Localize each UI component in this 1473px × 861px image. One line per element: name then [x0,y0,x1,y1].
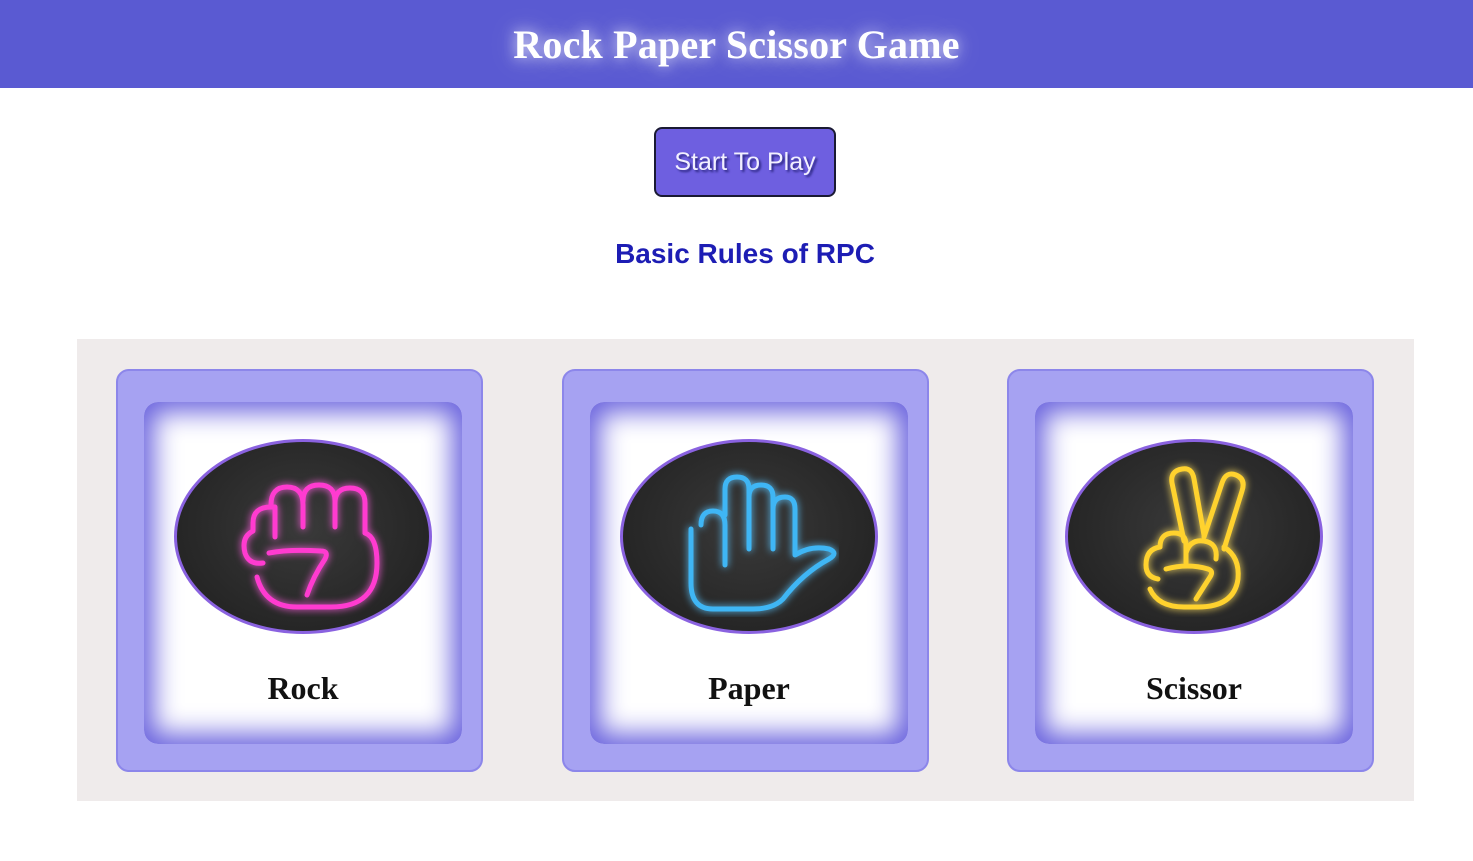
scissor-card-inner: Scissor [1035,402,1353,744]
scissor-card[interactable]: Scissor [1007,369,1374,772]
scissor-hand-icon [1143,465,1246,609]
page-header: Rock Paper Scissor Game [0,0,1473,88]
rules-title: Basic Rules of RPC [615,238,875,269]
rock-fist-icon [241,482,380,609]
rock-card[interactable]: Rock [116,369,483,772]
scissor-image [1065,439,1323,634]
paper-label: Paper [708,670,790,706]
page-title: Rock Paper Scissor Game [513,21,960,67]
rock-image [174,439,432,634]
paper-image [620,439,878,634]
paper-card-inner: Paper [590,402,908,744]
paper-hand-icon [688,474,837,611]
rock-label: Rock [267,670,339,706]
start-to-play-button[interactable]: Start To Play [654,127,836,197]
rock-card-inner: Rock [144,402,462,744]
paper-card[interactable]: Paper [562,369,929,772]
scissor-label: Scissor [1146,670,1242,706]
